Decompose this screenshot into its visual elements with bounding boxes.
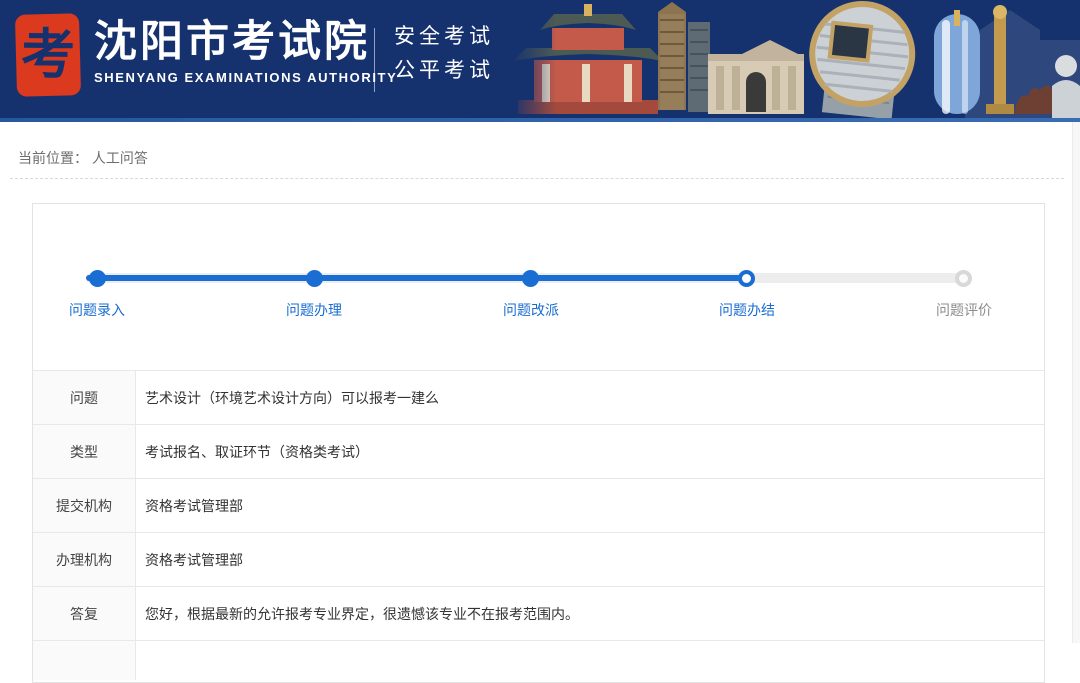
site-title: 沈阳市考试院 bbox=[94, 18, 370, 66]
vertical-scrollbar[interactable] bbox=[1072, 122, 1080, 643]
table-row-type: 类型 考试报名、取证环节（资格类考试） bbox=[33, 424, 1044, 478]
slogan-line-1: 安全考试 bbox=[394, 25, 494, 48]
step-label: 问题录入 bbox=[69, 302, 125, 318]
step-label: 问题办结 bbox=[719, 302, 775, 318]
skyscrapers bbox=[658, 2, 710, 112]
step-label: 问题办理 bbox=[286, 302, 342, 318]
qa-detail-panel: 问题录入 问题办理 问题改派 问题办结 问题评价 问题 艺术设计（环境艺术设计方… bbox=[32, 203, 1045, 683]
table-row-submit-org: 提交机构 资格考试管理部 bbox=[33, 478, 1044, 532]
row-value: 您好，根据最新的允许报考专业界定，很遗憾该专业不在报考范围内。 bbox=[145, 605, 579, 622]
site-logo seal-icon[interactable]: 考 bbox=[14, 13, 82, 97]
dashed-separator bbox=[10, 178, 1064, 179]
progress-stepper: 问题录入 问题办理 问题改派 问题办结 问题评价 bbox=[33, 204, 1044, 370]
row-label: 问题 bbox=[33, 371, 136, 424]
classical-building bbox=[708, 40, 804, 114]
site-subtitle: SHENYANG EXAMINATIONS AUTHORITY bbox=[94, 70, 398, 86]
step-dot-done bbox=[89, 270, 106, 287]
table-row-reply: 答复 您好，根据最新的允许报考专业界定，很遗憾该专业不在报考范围内。 bbox=[33, 586, 1044, 640]
qa-table: 问题 艺术设计（环境艺术设计方向）可以报考一建么 类型 考试报名、取证环节（资格… bbox=[33, 370, 1044, 680]
slogan-line-2: 公平考试 bbox=[394, 59, 494, 82]
row-label bbox=[33, 641, 136, 680]
header-bottom-strip bbox=[0, 118, 1080, 122]
table-row-handle-org: 办理机构 资格考试管理部 bbox=[33, 532, 1044, 586]
seal-character: 考 bbox=[20, 24, 76, 86]
site-slogan: 安全考试 公平考试 bbox=[394, 20, 494, 88]
city-landmarks-illustration bbox=[510, 0, 1080, 118]
row-value: 资格考试管理部 bbox=[145, 497, 243, 514]
step-label: 问题改派 bbox=[503, 302, 559, 318]
breadcrumb-current[interactable]: 人工问答 bbox=[92, 150, 148, 166]
breadcrumb-prefix: 当前位置： bbox=[18, 150, 88, 166]
row-label: 类型 bbox=[33, 425, 136, 478]
step-label: 问题评价 bbox=[936, 302, 992, 318]
glass-tower bbox=[934, 10, 980, 114]
row-value: 资格考试管理部 bbox=[145, 551, 243, 568]
row-label: 办理机构 bbox=[33, 533, 136, 586]
step-dot-done bbox=[522, 270, 539, 287]
row-value bbox=[136, 641, 1044, 680]
row-value: 艺术设计（环境艺术设计方向）可以报考一建么 bbox=[145, 389, 439, 406]
bust-statue bbox=[1052, 55, 1080, 118]
row-label: 提交机构 bbox=[33, 479, 136, 532]
header-divider bbox=[374, 28, 375, 92]
row-label: 答复 bbox=[33, 587, 136, 640]
row-value: 考试报名、取证环节（资格类考试） bbox=[145, 443, 369, 460]
table-row-partial bbox=[33, 640, 1044, 680]
stepper-progress-bar bbox=[86, 275, 747, 281]
step-dot-pending bbox=[955, 270, 972, 287]
site-title-block[interactable]: 沈阳市考试院 SHENYANG EXAMINATIONS AUTHORITY bbox=[94, 18, 398, 86]
table-row-question: 问题 艺术设计（环境艺术设计方向）可以报考一建么 bbox=[33, 370, 1044, 424]
site-header: 考 沈阳市考试院 SHENYANG EXAMINATIONS AUTHORITY… bbox=[0, 0, 1080, 122]
step-dot-done bbox=[306, 270, 323, 287]
coin-building bbox=[809, 1, 916, 118]
breadcrumb: 当前位置： 人工问答 bbox=[18, 148, 148, 168]
step-dot-current bbox=[738, 270, 755, 287]
